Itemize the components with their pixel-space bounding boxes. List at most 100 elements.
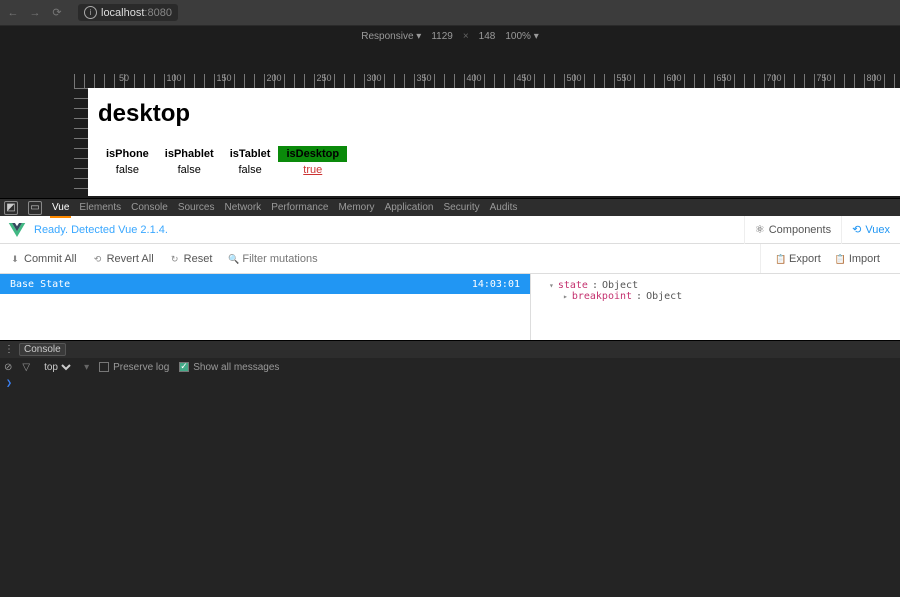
breakpoint-column-value: false bbox=[222, 162, 279, 178]
zoom-dropdown[interactable]: 100% ▾ bbox=[505, 31, 538, 42]
filter-icon[interactable]: ▽ bbox=[22, 362, 30, 373]
preserve-log-toggle[interactable]: Preserve log bbox=[99, 362, 169, 373]
base-state-label: Base State bbox=[10, 279, 70, 290]
devtools-tab-bar: ◩ ▭ Vue Elements Console Sources Network Perf… bbox=[0, 198, 900, 216]
vue-devtools-header: Ready. Detected Vue 2.1.4. ⚛ Components … bbox=[0, 216, 900, 244]
state-inspector: ▾ state: Object ▸ breakpoint: Object bbox=[530, 274, 900, 340]
info-icon[interactable]: i bbox=[84, 6, 97, 19]
show-all-checkbox[interactable] bbox=[179, 362, 189, 372]
device-mode-dropdown[interactable]: Responsive ▾ bbox=[361, 31, 421, 42]
ruler-tick-label: 650 bbox=[716, 73, 731, 83]
devtools-tab-network[interactable]: Network bbox=[225, 200, 262, 215]
vue-status-text: Ready. Detected Vue 2.1.4. bbox=[34, 224, 168, 236]
ruler-tick-label: 450 bbox=[516, 73, 531, 83]
reload-icon[interactable]: ⟳ bbox=[50, 6, 64, 19]
base-state-row[interactable]: Base State 14:03:01 bbox=[0, 274, 530, 294]
reload-icon: ↻ bbox=[170, 254, 180, 264]
ruler-tick-label: 50 bbox=[119, 73, 129, 83]
breakpoint-column-value: false bbox=[157, 162, 222, 178]
reset-label: Reset bbox=[184, 253, 213, 265]
viewport-height[interactable]: 148 bbox=[479, 31, 496, 42]
ruler-tick-label: 200 bbox=[266, 73, 281, 83]
forward-arrow-icon: → bbox=[28, 7, 42, 19]
devtools-tab-elements[interactable]: Elements bbox=[79, 200, 121, 215]
breakpoint-table: isPhoneisPhabletisTabletisDesktop falsef… bbox=[98, 146, 347, 178]
console-filter-bar: ⊘ ▽ top ▾ Preserve log Show all messages bbox=[0, 358, 900, 376]
breakpoint-column-header: isTablet bbox=[222, 146, 279, 162]
state-key: state bbox=[558, 280, 588, 291]
breakpoint-column-header: isPhone bbox=[98, 146, 157, 162]
browser-chrome-bar: ← → ⟳ i localhost :8080 bbox=[0, 0, 900, 26]
devtools-tab-console[interactable]: Console bbox=[131, 200, 168, 215]
ruler-tick-label: 400 bbox=[466, 73, 481, 83]
ruler-tick-label: 750 bbox=[816, 73, 831, 83]
horizontal-ruler: 5010015020025030035040045050055060065070… bbox=[74, 74, 900, 88]
caret-right-icon[interactable]: ▸ bbox=[563, 292, 568, 301]
ruler-tick-label: 700 bbox=[766, 73, 781, 83]
url-port: :8080 bbox=[144, 7, 172, 19]
revert-all-button[interactable]: ⟲ Revert All bbox=[93, 253, 154, 265]
devtools-tab-vue[interactable]: Vue bbox=[52, 200, 69, 215]
commit-all-label: Commit All bbox=[24, 253, 77, 265]
tab-components-label: Components bbox=[769, 224, 831, 236]
export-button[interactable]: 📋 Export bbox=[775, 253, 821, 265]
ruler-tick-label: 800 bbox=[866, 73, 881, 83]
breakpoint-object-row[interactable]: ▸ breakpoint: Object bbox=[541, 291, 890, 302]
filter-mutations[interactable]: 🔍 bbox=[228, 253, 362, 265]
tab-vuex-label: Vuex bbox=[865, 224, 890, 236]
refresh-icon: ⟲ bbox=[852, 223, 861, 236]
caret-down-icon[interactable]: ▾ bbox=[549, 281, 554, 290]
vertical-ruler bbox=[74, 88, 88, 198]
show-all-label: Show all messages bbox=[193, 362, 279, 373]
commit-all-button[interactable]: ⬇ Commit All bbox=[10, 253, 77, 265]
device-toolbar: Responsive ▾ 1129 × 148 100% ▾ bbox=[0, 26, 900, 46]
console-prompt[interactable]: ❯ bbox=[0, 376, 900, 391]
ruler-tick-label: 600 bbox=[666, 73, 681, 83]
console-drawer-tab[interactable]: Console bbox=[19, 343, 66, 356]
export-label: Export bbox=[789, 253, 821, 265]
ruler-tick-label: 350 bbox=[416, 73, 431, 83]
ruler-tick-label: 550 bbox=[616, 73, 631, 83]
breakpoint-key: breakpoint bbox=[572, 291, 632, 302]
mutation-list: Base State 14:03:01 bbox=[0, 274, 530, 340]
devtools-tab-application[interactable]: Application bbox=[385, 200, 434, 215]
tab-vuex[interactable]: ⟲ Vuex bbox=[841, 216, 900, 244]
console-body[interactable]: ❯ bbox=[0, 376, 900, 593]
url-host: localhost bbox=[101, 7, 144, 19]
clipboard-icon: 📋 bbox=[835, 254, 845, 264]
devtools-tab-memory[interactable]: Memory bbox=[338, 200, 374, 215]
ruler-tick-label: 150 bbox=[216, 73, 231, 83]
preserve-log-checkbox[interactable] bbox=[99, 362, 109, 372]
show-all-toggle[interactable]: Show all messages bbox=[179, 362, 279, 373]
page-heading: desktop bbox=[98, 100, 890, 128]
clipboard-icon: 📋 bbox=[775, 254, 785, 264]
address-bar[interactable]: i localhost :8080 bbox=[78, 4, 178, 21]
revert-icon: ⟲ bbox=[93, 254, 103, 264]
kebab-icon[interactable]: ⋮ bbox=[4, 344, 13, 355]
inspect-element-icon[interactable]: ◩ bbox=[4, 201, 18, 215]
devtools-tab-security[interactable]: Security bbox=[443, 200, 479, 215]
state-type: Object bbox=[602, 280, 638, 291]
rendered-page: desktop isPhoneisPhabletisTabletisDeskto… bbox=[88, 88, 900, 196]
devtools-tab-audits[interactable]: Audits bbox=[490, 200, 518, 215]
reset-button[interactable]: ↻ Reset bbox=[170, 253, 213, 265]
tab-components[interactable]: ⚛ Components bbox=[744, 216, 841, 244]
import-button[interactable]: 📋 Import bbox=[835, 253, 880, 265]
devtools-tab-sources[interactable]: Sources bbox=[178, 200, 215, 215]
device-mode-icon[interactable]: ▭ bbox=[28, 201, 42, 215]
search-icon: 🔍 bbox=[228, 254, 238, 264]
revert-all-label: Revert All bbox=[107, 253, 154, 265]
filter-mutations-input[interactable] bbox=[242, 253, 362, 265]
viewport-width[interactable]: 1129 bbox=[431, 31, 453, 42]
breakpoint-type: Object bbox=[646, 291, 682, 302]
devtools-tab-performance[interactable]: Performance bbox=[271, 200, 328, 215]
download-icon: ⬇ bbox=[10, 254, 20, 264]
console-drawer-header: ⋮ Console bbox=[0, 340, 900, 358]
clear-console-icon[interactable]: ⊘ bbox=[4, 362, 12, 373]
state-object-row[interactable]: ▾ state: Object bbox=[541, 280, 890, 291]
vuex-main-panel: Base State 14:03:01 ▾ state: Object ▸ br… bbox=[0, 274, 900, 340]
context-dropdown[interactable]: top bbox=[40, 361, 74, 374]
back-arrow-icon: ← bbox=[6, 7, 20, 19]
breakpoint-column-value: true bbox=[278, 162, 347, 178]
viewport-area: 5010015020025030035040045050055060065070… bbox=[0, 46, 900, 198]
